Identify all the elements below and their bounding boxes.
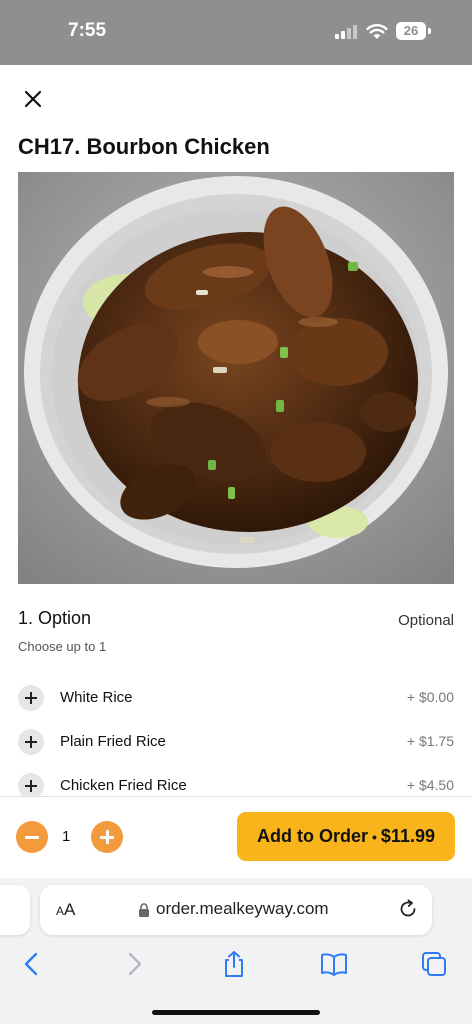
wifi-icon bbox=[366, 24, 388, 39]
tabs-icon[interactable] bbox=[420, 950, 448, 978]
decrease-quantity-button[interactable] bbox=[16, 821, 48, 853]
option-group-subtitle: Choose up to 1 bbox=[18, 639, 107, 654]
close-icon[interactable] bbox=[20, 86, 46, 112]
previous-tab-peek[interactable] bbox=[0, 885, 30, 935]
back-icon[interactable] bbox=[18, 950, 46, 978]
share-icon[interactable] bbox=[220, 950, 248, 978]
status-bar: 7:55 26 bbox=[0, 0, 472, 65]
item-title: CH17. Bourbon Chicken bbox=[18, 134, 270, 159]
option-row-white-rice[interactable]: White Rice + $0.00 bbox=[18, 685, 454, 713]
bookmarks-icon[interactable] bbox=[320, 950, 348, 978]
optional-label: Optional bbox=[398, 612, 454, 629]
option-price: + $1.75 bbox=[406, 733, 454, 749]
price-separator: • bbox=[372, 828, 377, 845]
option-name: Chicken Fried Rice bbox=[60, 777, 187, 794]
option-row-plain-fried-rice[interactable]: Plain Fried Rice + $1.75 bbox=[18, 729, 454, 757]
lock-icon bbox=[139, 903, 149, 917]
address-bar[interactable]: AA order.mealkeyway.com bbox=[40, 885, 432, 935]
order-price: $11.99 bbox=[380, 826, 435, 846]
add-to-order-label: Add to Order bbox=[257, 826, 369, 846]
quantity-value: 1 bbox=[62, 828, 71, 845]
aa-large: A bbox=[64, 900, 76, 919]
add-option-icon[interactable] bbox=[18, 685, 44, 711]
aa-small: A bbox=[56, 904, 65, 918]
reader-settings-button[interactable]: AA bbox=[56, 900, 75, 920]
option-group-title: 1. Option bbox=[18, 608, 92, 628]
order-bar: 1 Add to Order • $11.99 bbox=[0, 796, 472, 878]
forward-icon[interactable] bbox=[120, 950, 148, 978]
food-image bbox=[18, 172, 454, 584]
battery-level: 26 bbox=[403, 23, 419, 38]
url-text: order.mealkeyway.com bbox=[156, 899, 329, 918]
increase-quantity-button[interactable] bbox=[91, 821, 123, 853]
add-option-icon[interactable] bbox=[18, 729, 44, 755]
battery-icon: 26 bbox=[396, 22, 426, 40]
option-name: Plain Fried Rice bbox=[60, 733, 166, 750]
home-indicator[interactable] bbox=[152, 1010, 320, 1015]
option-price: + $0.00 bbox=[406, 689, 454, 705]
battery-cap bbox=[428, 28, 431, 34]
reload-icon[interactable] bbox=[397, 898, 419, 920]
option-price: + $4.50 bbox=[406, 777, 454, 793]
status-time: 7:55 bbox=[68, 20, 107, 41]
food-photo-illustration bbox=[18, 172, 454, 584]
add-to-order-button[interactable]: Add to Order • $11.99 bbox=[237, 812, 455, 861]
cellular-signal-icon bbox=[335, 25, 359, 39]
option-name: White Rice bbox=[60, 689, 133, 706]
